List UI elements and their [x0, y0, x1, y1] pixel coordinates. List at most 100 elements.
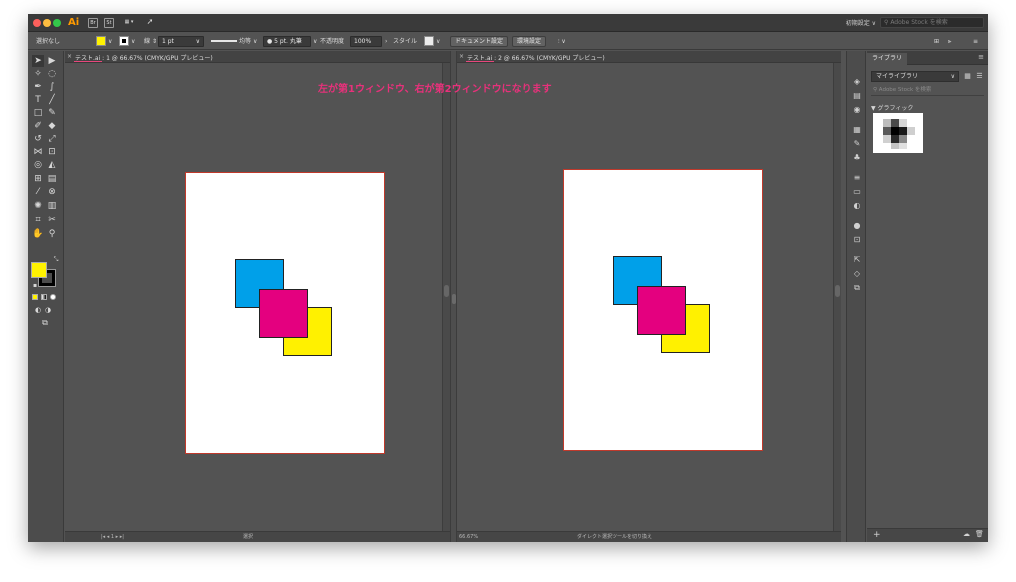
chevron-down-icon[interactable]: ∨	[436, 36, 440, 47]
zoom-tool-icon[interactable]: ⚲	[46, 228, 58, 240]
color-icon[interactable]: ◉	[852, 105, 862, 115]
fill-swatch[interactable]	[96, 36, 106, 46]
library-search-input[interactable]: ⚲ Adobe Stock を検索	[871, 85, 984, 96]
symbol-sprayer-tool-icon[interactable]: ✺	[32, 200, 44, 212]
document-tab-1[interactable]: × テスト.ai : 1 @ 66.67% (CMYK/GPU プレビュー)	[65, 51, 450, 63]
properties-icon[interactable]: ▤	[852, 91, 862, 101]
canvas-1[interactable]	[65, 63, 450, 531]
transform-icon[interactable]: ⫸	[948, 36, 951, 47]
symbols-icon[interactable]: ♣	[852, 153, 862, 163]
arrange-documents-icon[interactable]: ▦ ▾	[120, 18, 138, 28]
layers-icon[interactable]: ◇	[852, 269, 862, 279]
chevron-down-icon[interactable]: ∨	[253, 36, 257, 47]
stroke-panel-icon[interactable]: ≡	[852, 173, 862, 183]
fill-color-box[interactable]	[31, 262, 47, 278]
shaper-tool-icon[interactable]: ✐	[32, 120, 44, 132]
stock-search-input[interactable]: ⚲ Adobe Stock を検索	[880, 17, 984, 28]
preferences-button[interactable]: 環境設定	[512, 36, 547, 47]
chevron-down-icon[interactable]: ∨	[313, 36, 317, 47]
graphic-thumbnail[interactable]	[873, 113, 923, 153]
status-nav[interactable]: |◂ ◂ 1 ▸ ▸|	[101, 532, 124, 542]
magenta-square[interactable]	[259, 289, 308, 338]
opacity-label[interactable]: 不透明度	[320, 36, 344, 47]
pen-tool-icon[interactable]: ✒	[32, 81, 44, 93]
rotate-tool-icon[interactable]: ↺	[32, 133, 44, 145]
minimize-window-button[interactable]	[43, 19, 51, 27]
screen-mode-icon[interactable]: ⧉	[39, 317, 51, 329]
magenta-square[interactable]	[637, 286, 686, 335]
default-colors-icon[interactable]: ▪	[29, 280, 41, 292]
artboard-2[interactable]	[563, 169, 763, 451]
type-tool-icon[interactable]: T	[32, 94, 44, 106]
none-mode-icon[interactable]	[50, 294, 56, 300]
appearance-icon[interactable]: ●	[852, 221, 862, 231]
paintbrush-tool-icon[interactable]: ✎	[46, 107, 58, 119]
perspective-grid-tool-icon[interactable]: ◭	[46, 159, 58, 171]
zoom-window-button[interactable]	[53, 19, 61, 27]
splitter-handle[interactable]	[452, 294, 456, 304]
workspace-switcher[interactable]: 初期設定 ∨	[846, 18, 876, 27]
graphic-style-swatch[interactable]	[424, 36, 434, 46]
tab-libraries[interactable]: ライブラリ	[867, 53, 908, 65]
selection-tool-icon[interactable]: ➤	[32, 55, 44, 67]
list-view-icon[interactable]: ☰	[975, 72, 984, 81]
graphic-styles-icon[interactable]: ⊡	[852, 235, 862, 245]
trash-icon[interactable]: 🗑	[975, 530, 984, 538]
eyedropper-tool-icon[interactable]: ⁄	[32, 186, 44, 198]
brushes-icon[interactable]: ✎	[852, 139, 862, 149]
width-tool-icon[interactable]: ⋈	[32, 146, 44, 158]
arrange-panel-icon[interactable]: ⊞	[934, 36, 939, 47]
stepper-icon[interactable]: ⇕	[152, 36, 157, 47]
magic-wand-tool-icon[interactable]: ✧	[32, 68, 44, 80]
direct-selection-tool-icon[interactable]: ▶	[46, 55, 58, 67]
vertical-scrollbar[interactable]	[833, 63, 841, 531]
zoom-level-2[interactable]: 66.67%	[459, 532, 478, 542]
stroke-swatch[interactable]	[119, 36, 129, 46]
profile-label[interactable]: 均等	[239, 36, 251, 47]
opacity-field[interactable]: 100%	[350, 36, 382, 47]
shape-builder-tool-icon[interactable]: ◎	[32, 159, 44, 171]
scale-tool-icon[interactable]: ⤢	[46, 133, 58, 145]
chevron-down-icon[interactable]: ∨	[131, 36, 135, 47]
artboards-icon[interactable]: ⧉	[852, 283, 862, 293]
window-splitter[interactable]	[450, 51, 457, 542]
grid-view-icon[interactable]: ▦	[963, 72, 972, 81]
line-tool-icon[interactable]: ╱	[46, 94, 58, 106]
scroll-thumb[interactable]	[835, 285, 840, 297]
artboard-tool-icon[interactable]: ⌗	[32, 214, 44, 226]
align-options-icon[interactable]: ⫶ ∨	[558, 36, 566, 47]
canvas-2[interactable]	[457, 63, 841, 531]
mesh-tool-icon[interactable]: ⊞	[32, 173, 44, 185]
color-guide-icon[interactable]: ◈	[852, 77, 862, 87]
rectangle-tool-icon[interactable]: □	[32, 107, 44, 119]
graphics-section-header[interactable]: ▼ グラフィック	[871, 103, 913, 112]
panel-menu-icon[interactable]: ≡	[973, 36, 978, 47]
column-graph-tool-icon[interactable]: ▥	[46, 200, 58, 212]
hand-tool-icon[interactable]: ✋	[32, 228, 44, 240]
stock-icon[interactable]: St	[104, 18, 114, 28]
gradient-panel-icon[interactable]: ▭	[852, 187, 862, 197]
document-setup-button[interactable]: ドキュメント設定	[450, 36, 509, 47]
export-icon[interactable]: ⇱	[852, 255, 862, 265]
brush-definition-field[interactable]: ● 5 pt. 丸筆	[263, 36, 311, 47]
swap-fill-stroke-icon[interactable]: ⤡	[50, 254, 62, 266]
panel-menu-icon[interactable]: ≡	[978, 53, 984, 61]
curvature-tool-icon[interactable]: ∫	[46, 81, 58, 93]
vertical-scrollbar[interactable]	[442, 63, 450, 531]
free-transform-tool-icon[interactable]: ⊡	[46, 146, 58, 158]
stroke-weight-field[interactable]: 1 pt ∨	[158, 36, 204, 47]
chevron-right-icon[interactable]: ›	[385, 36, 387, 47]
document-tab-2[interactable]: × テスト.ai : 2 @ 66.67% (CMYK/GPU プレビュー)	[457, 51, 841, 63]
add-content-icon[interactable]: +	[873, 530, 881, 540]
library-select[interactable]: マイライブラリ ∨	[871, 71, 959, 82]
chevron-down-icon[interactable]: ∨	[108, 36, 112, 47]
lasso-tool-icon[interactable]: ◌	[46, 68, 58, 80]
eraser-tool-icon[interactable]: ◆	[46, 120, 58, 132]
gpu-rocket-icon[interactable]: ➚	[144, 18, 156, 28]
draw-behind-icon[interactable]: ◑	[42, 304, 54, 316]
artboard-1[interactable]	[185, 172, 385, 454]
gradient-mode-icon[interactable]	[41, 294, 47, 300]
bridge-icon[interactable]: Br	[88, 18, 98, 28]
swatches-icon[interactable]: ▦	[852, 125, 862, 135]
slice-tool-icon[interactable]: ✂	[46, 214, 58, 226]
